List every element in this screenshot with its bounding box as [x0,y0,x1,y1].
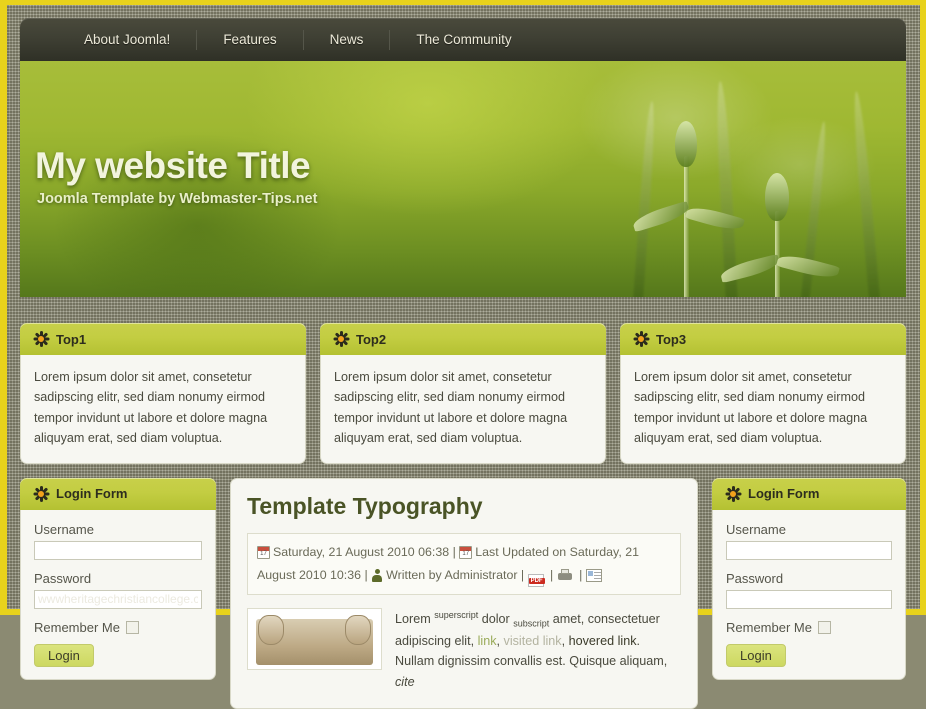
article-title: Template Typography [247,492,483,519]
starburst-icon [633,331,649,347]
article-thumbnail [247,607,382,670]
calendar-icon: 17 [459,545,473,559]
pdf-icon-label: PDF [528,577,545,584]
starburst-icon [33,485,49,502]
module-top1-header: Top1 [20,323,306,355]
calendar-icon: 17 [257,545,270,559]
article-container: Template Typography 17 Saturday, 21 Augus… [230,477,698,709]
article-meta-bar: 17 Saturday, 21 August 2010 06:38 | 17 Las… [247,532,681,595]
frame-border-top [0,0,926,5]
login-right-remember-row: Remember Me [726,620,892,635]
module-top3-title: Top3 [656,331,687,347]
user-icon [371,568,383,582]
cite-text: cite [395,674,415,689]
login-left-title: Login Form [56,486,128,502]
module-top3-body: Lorem ipsum dolor sit amet, consetetur s… [620,355,906,464]
login-right-header: Login Form [712,477,906,510]
email-icon[interactable] [585,568,602,582]
site-subtitle: Joomla Template by Webmaster-Tips.net [37,191,318,207]
text-part-1: Lorem [395,611,435,626]
print-icon[interactable] [557,568,573,582]
nav-item-features[interactable]: Features [197,29,304,50]
module-top2: Top2 Lorem ipsum dolor sit amet, consete… [320,323,606,464]
lower-content-row: Login Form Username Password Remember Me… [20,477,906,709]
site-header-banner: My website Title Joomla Template by Webm… [20,61,906,297]
meta-separator-3: | [520,567,525,582]
starburst-icon [333,331,349,347]
frame-border-right [920,0,926,615]
login-right-password-input[interactable] [726,589,892,609]
login-right-username-label: Username [726,521,786,537]
nav-item-the-community[interactable]: The Community [390,30,537,50]
login-left-username-label: Username [34,521,94,537]
starburst-icon [725,485,741,502]
site-title: My website Title [35,145,311,186]
login-right-username-input[interactable] [726,540,892,560]
module-top1: Top1 Lorem ipsum dolor sit amet, consete… [20,323,306,464]
login-left-header: Login Form [20,477,216,510]
text-part-2: dolor [478,611,514,626]
login-left-submit-button[interactable]: Login [34,643,94,667]
module-top3: Top3 Lorem ipsum dolor sit amet, consete… [620,323,906,464]
meta-separator-5: | [579,567,583,582]
login-right-submit-button[interactable]: Login [726,643,786,667]
nav-item-about-joomla[interactable]: About Joomla! [58,29,198,50]
page-wrapper: About Joomla! Features News The Communit… [20,18,906,709]
login-left-password-label: Password [34,570,92,586]
article-body-row: Lorem superscript dolor subscript amet, … [247,607,681,692]
sample-visited-link[interactable]: visited link [504,634,562,648]
main-navigation: About Joomla! Features News The Communit… [20,18,906,61]
calendar-day: 17 [462,550,470,557]
text-part-5: , [561,633,569,648]
article-author: Written by Administrator [386,567,518,582]
login-right-body: Username Password Remember Me Login [712,509,906,680]
left-sidebar: Login Form Username Password Remember Me… [20,477,216,680]
calendar-day: 17 [260,550,267,557]
login-right-title: Login Form [748,486,820,502]
meta-separator-1: | [452,544,456,559]
top-modules-row: Top1 Lorem ipsum dolor sit amet, consete… [20,323,906,464]
nav-item-news[interactable]: News [304,29,391,50]
meta-separator-2: | [364,567,368,582]
login-left-remember-checkbox[interactable] [125,620,139,634]
main-content-column: Template Typography 17 Saturday, 21 Augus… [230,477,698,709]
meta-separator-4: | [550,567,554,582]
login-left-remember-label: Remember Me [34,619,120,635]
article-created-date: Saturday, 21 August 2010 06:38 [273,544,450,559]
module-top2-title: Top2 [356,331,387,347]
module-top2-header: Top2 [320,323,606,355]
login-left-password-input[interactable] [34,589,202,609]
frame-border-left [0,0,7,615]
sample-link[interactable]: link [478,634,497,648]
article-body-text: Lorem superscript dolor subscript amet, … [395,608,681,692]
module-top1-title: Top1 [56,331,87,347]
module-top3-header: Top3 [620,323,906,355]
starburst-icon [33,331,49,347]
login-left-body: Username Password Remember Me Login [20,509,216,680]
pdf-icon[interactable]: PDF [527,573,545,587]
module-top1-body: Lorem ipsum dolor sit amet, consetetur s… [20,355,306,464]
login-right-password-label: Password [726,570,784,586]
login-right-remember-checkbox[interactable] [817,620,831,634]
subscript-text: subscript [513,618,550,629]
text-part-4: , [496,633,504,648]
login-right-remember-label: Remember Me [726,619,812,635]
sample-hovered-link[interactable]: hovered link [569,634,637,648]
module-top2-body: Lorem ipsum dolor sit amet, consetetur s… [320,355,606,464]
right-sidebar: Login Form Username Password Remember Me… [712,477,906,680]
login-left-username-input[interactable] [34,540,202,560]
login-left-remember-row: Remember Me [34,620,202,635]
